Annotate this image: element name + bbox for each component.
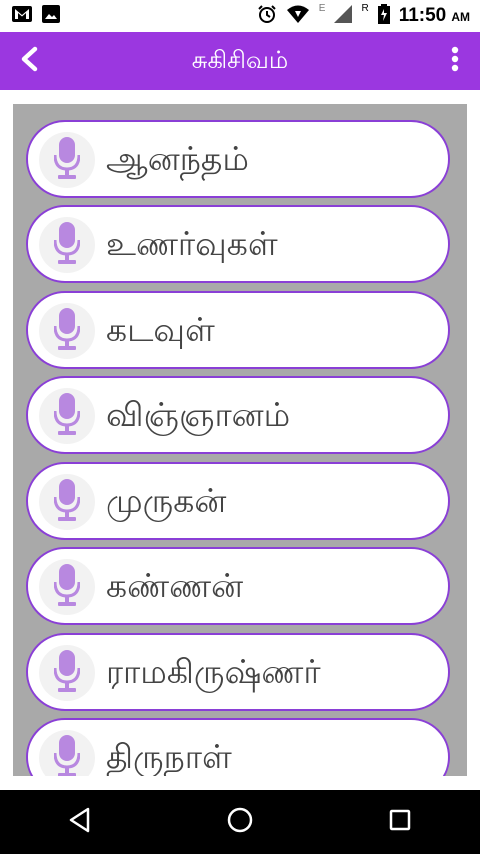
list-item[interactable]: ஆனந்தம்	[26, 120, 450, 198]
gmail-icon	[12, 6, 32, 26]
overflow-menu-button[interactable]	[440, 44, 470, 78]
mic-button[interactable]	[39, 388, 95, 444]
list-item[interactable]: உணர்வுகள்	[26, 205, 450, 283]
mic-button[interactable]	[39, 730, 95, 776]
list-item[interactable]: விஞ்ஞானம்	[26, 376, 450, 454]
list-item-label: கடவுள்	[106, 310, 215, 349]
list-item-label: ராமகிருஷ்ணர்	[106, 652, 321, 691]
list-item-label: முருகன்	[106, 481, 227, 520]
status-time-suffix: AM	[451, 10, 470, 24]
roaming-label: R	[361, 2, 369, 14]
microphone-icon	[53, 137, 81, 183]
mic-button[interactable]	[39, 217, 95, 273]
wifi-icon	[286, 4, 310, 28]
nav-back-button[interactable]	[50, 792, 110, 852]
mic-button[interactable]	[39, 303, 95, 359]
clock: 11:50 AM	[399, 5, 470, 27]
battery-icon	[377, 4, 390, 28]
status-bar: E R 11:50 AM	[0, 0, 480, 32]
topic-list[interactable]: ஆனந்தம் உணர்வுகள் கடவுள் விஞ்ஞானம் முருக…	[13, 104, 467, 776]
list-item[interactable]: கண்ணன்	[26, 547, 450, 625]
mic-button[interactable]	[39, 645, 95, 701]
list-item-label: ஆனந்தம்	[106, 139, 249, 178]
list-item-label: கண்ணன்	[106, 566, 244, 605]
app-title: சுகிசிவம்	[191, 45, 289, 74]
network-type-label: E	[318, 2, 326, 14]
back-button[interactable]	[12, 44, 46, 78]
back-triangle-icon	[68, 807, 92, 837]
mic-button[interactable]	[39, 474, 95, 530]
list-item[interactable]: ராமகிருஷ்ணர்	[26, 633, 450, 711]
microphone-icon	[53, 564, 81, 610]
recents-square-icon	[388, 808, 412, 836]
status-indicators: E R 11:50 AM	[257, 2, 480, 28]
list-item-label: திருநாள்	[106, 737, 232, 776]
mic-button[interactable]	[39, 559, 95, 615]
signal-icon	[334, 5, 353, 27]
microphone-icon	[53, 479, 81, 525]
nav-recents-button[interactable]	[370, 792, 430, 852]
home-circle-icon	[226, 806, 254, 838]
back-chevron-icon	[18, 46, 40, 76]
list-item[interactable]: முருகன்	[26, 462, 450, 540]
mic-button[interactable]	[39, 132, 95, 188]
content-area: ஆனந்தம் உணர்வுகள் கடவுள் விஞ்ஞானம் முருக…	[0, 90, 480, 790]
microphone-icon	[53, 393, 81, 439]
status-notifications	[0, 5, 60, 27]
system-nav-bar	[0, 790, 480, 854]
microphone-icon	[53, 308, 81, 354]
microphone-icon	[53, 222, 81, 268]
list-item-label: உணர்வுகள்	[106, 224, 278, 263]
list-item-label: விஞ்ஞானம்	[106, 395, 291, 434]
app-bar: சுகிசிவம்	[0, 32, 480, 90]
status-time: 11:50	[398, 5, 447, 26]
overflow-menu-icon	[451, 46, 459, 76]
microphone-icon	[53, 650, 81, 696]
nav-home-button[interactable]	[210, 792, 270, 852]
list-item[interactable]: திருநாள்	[26, 718, 450, 776]
list-item[interactable]: கடவுள்	[26, 291, 450, 369]
alarm-icon	[257, 4, 277, 28]
gallery-icon	[42, 5, 60, 27]
microphone-icon	[53, 735, 81, 776]
